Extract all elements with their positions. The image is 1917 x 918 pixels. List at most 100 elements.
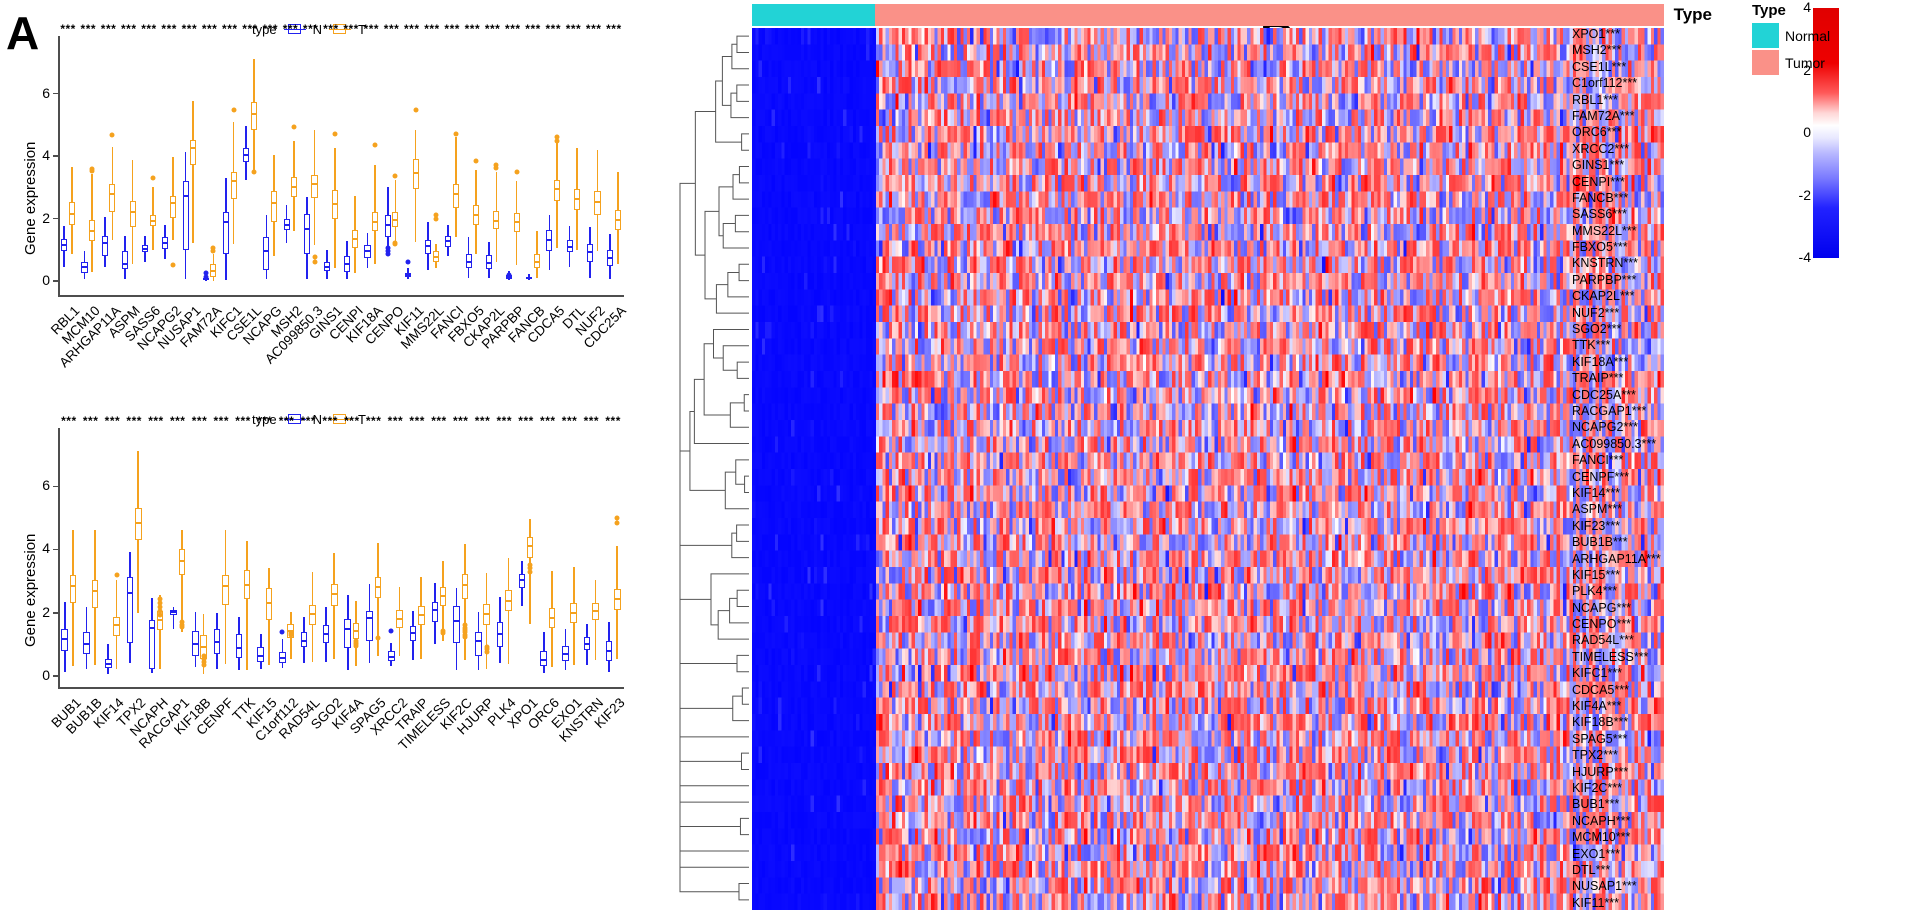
boxplot-median [300, 639, 308, 642]
significance-stars: *** [300, 414, 317, 428]
boxplot-outlier [375, 635, 381, 641]
significance-stars: *** [525, 22, 541, 36]
boxplot-whisker [333, 553, 336, 659]
boxplot-median [493, 220, 500, 223]
heatmap-row-label: ORC6*** [1572, 125, 1622, 140]
y-axis-line [58, 428, 60, 688]
boxplot-outlier [506, 272, 512, 278]
heatmap-row-label: DTL*** [1572, 862, 1611, 877]
boxplot-median [243, 153, 250, 156]
significance-stars: *** [181, 22, 198, 36]
boxplot-median [439, 595, 447, 598]
y-axis-tick-mark [53, 155, 58, 157]
boxplot-median [594, 201, 601, 204]
boxplot-median [533, 261, 540, 264]
heatmap-row-label: HJURP*** [1572, 764, 1629, 779]
boxplot-box [190, 139, 197, 166]
significance-stars: *** [302, 22, 319, 36]
boxplot-median [330, 593, 338, 596]
boxplot-median [109, 193, 116, 196]
boxplot-median [182, 195, 189, 198]
boxplot-median [149, 220, 156, 223]
boxplot-median [170, 611, 177, 614]
significance-stars: *** [505, 22, 521, 36]
boxplot-box [113, 616, 120, 637]
y-axis-tick-mark [53, 548, 58, 551]
boxplot-chart-1: type N T 0 2 4 6 *** RBL1 *** MCM10 *** ARHGAP11A… [0, 10, 632, 410]
boxplot-median [279, 656, 286, 659]
boxplot-median [126, 592, 134, 595]
boxplot-outlier [514, 169, 520, 175]
heatmap-row-label: NCAPG2*** [1572, 420, 1638, 435]
boxplot-median [210, 269, 217, 272]
boxplot-outlier [109, 132, 115, 138]
heatmap-row-label: FANCI*** [1572, 453, 1624, 468]
boxplot-whisker [192, 100, 195, 244]
boxplot-median [432, 255, 439, 258]
colorbar-tick: -4 [1798, 249, 1811, 265]
boxplot-median [418, 614, 425, 617]
boxplot-box [230, 171, 237, 200]
boxplot-outlier [157, 612, 163, 618]
boxplot-median [366, 617, 373, 620]
heatmap-row-label: CENPO*** [1572, 617, 1632, 632]
boxplot-box [69, 575, 77, 603]
boxplot-median [483, 613, 490, 616]
heatmap-row-label: FBXO5*** [1572, 240, 1628, 255]
significance-stars: *** [191, 414, 208, 428]
boxplot-whisker [246, 540, 248, 670]
boxplot-median [613, 598, 621, 601]
heatmap-row-label: KIF15*** [1572, 567, 1620, 582]
boxplot-median [222, 584, 229, 587]
boxplot-median [190, 147, 197, 150]
boxplot-median [271, 201, 278, 204]
boxplot-median [68, 212, 75, 215]
boxplot-median [344, 262, 351, 265]
boxplot-median [344, 628, 351, 631]
heatmap-row-label: KNSTRN*** [1572, 256, 1638, 271]
boxplot-median [148, 626, 156, 629]
boxplot-median [586, 251, 593, 254]
boxplot-box [366, 611, 373, 641]
row-dendrogram [679, 35, 749, 901]
boxplot-median [129, 210, 136, 213]
heatmap-row-label: NCAPH*** [1572, 813, 1631, 828]
significance-stars: *** [100, 22, 117, 36]
boxplot-outlier [170, 262, 176, 268]
heatmap-row-label: CKAP2L*** [1572, 289, 1635, 304]
y-axis-tick-mark [53, 280, 58, 282]
boxplot-box [135, 507, 142, 540]
boxplot-outlier [440, 628, 446, 634]
boxplot-outlier [332, 131, 338, 137]
heatmap-row-label: MSH2*** [1572, 43, 1622, 58]
boxplot-median [81, 265, 88, 268]
heatmap-row-label: CDCA5*** [1572, 682, 1629, 697]
heatmap-row-label: RBL1*** [1572, 92, 1618, 107]
significance-stars: *** [323, 22, 339, 36]
boxplot-box [61, 629, 68, 651]
boxplot-box [461, 574, 469, 600]
boxplot-box [101, 235, 108, 256]
normal-color-swatch [1752, 23, 1779, 48]
boxplot-outlier [413, 107, 419, 113]
boxplot-median [200, 645, 207, 648]
boxplot-median [518, 579, 526, 582]
plot-area-1: 0 2 4 6 *** RBL1 *** MCM10 *** ARHGAP11A *** ASPM **… [42, 22, 628, 370]
boxplot-median [156, 618, 164, 621]
heatmap-row-label: KIF11*** [1572, 895, 1620, 910]
boxplot-outlier [312, 259, 318, 265]
boxplot-median [113, 624, 120, 627]
boxplot-median [548, 617, 556, 620]
boxplot-box [384, 214, 391, 238]
significance-stars: *** [583, 414, 600, 428]
boxplot-median [412, 172, 419, 175]
boxplot-box [344, 619, 351, 649]
boxplot-median [250, 112, 257, 115]
significance-stars: *** [496, 414, 513, 428]
boxplot-median [243, 583, 251, 586]
significance-stars: *** [120, 22, 137, 36]
significance-stars: *** [222, 22, 238, 36]
significance-stars: *** [213, 414, 230, 428]
boxplot-median [473, 214, 480, 217]
boxplot-median [69, 584, 77, 587]
